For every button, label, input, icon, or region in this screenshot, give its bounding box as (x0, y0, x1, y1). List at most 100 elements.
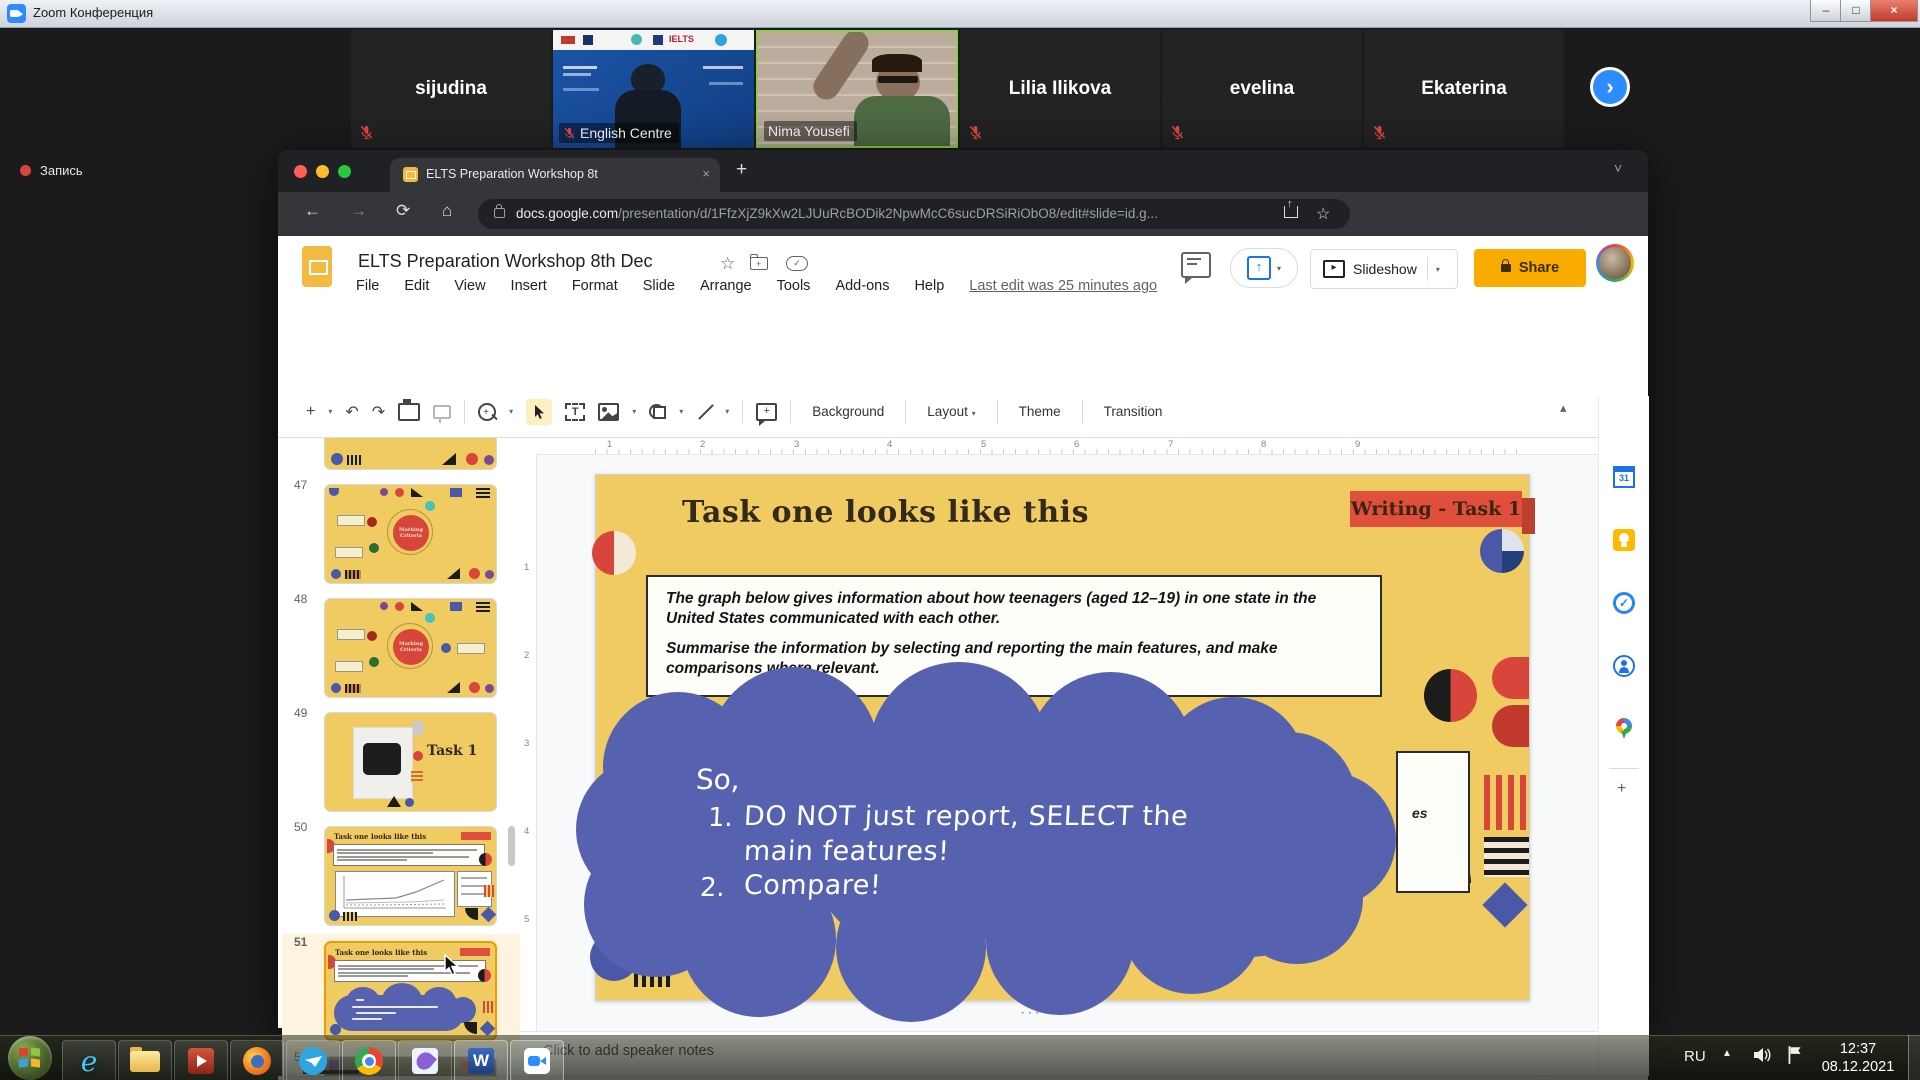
url-field[interactable]: docs.google.com/presentation/d/1FfzXjZ9k… (478, 199, 1350, 229)
account-avatar[interactable] (1596, 244, 1634, 282)
doc-title[interactable]: ELTS Preparation Workshop 8th Dec (358, 251, 652, 272)
slide-thumbnail-51-selected[interactable]: Task one looks like this (324, 941, 497, 1041)
taskbar-lightshot-icon[interactable] (398, 1040, 452, 1080)
slideshow-button[interactable]: ▸ Slideshow ▾ (1310, 249, 1458, 289)
tab-close-icon[interactable]: × (702, 166, 710, 181)
theme-button[interactable]: Theme (1011, 404, 1069, 419)
calendar-icon[interactable]: 31 (1613, 466, 1635, 488)
tray-clock[interactable]: 12:37 08.12.2021 (1808, 1040, 1908, 1076)
maximize-button[interactable]: □ (1840, 0, 1872, 22)
tab-search-chevron-icon[interactable]: ˅ (1614, 160, 1622, 176)
reload-button[interactable]: ⟳ (396, 201, 410, 221)
undo-button[interactable]: ↶ (345, 402, 358, 422)
slides-product-icon[interactable] (302, 246, 332, 287)
insert-shape-button[interactable] (649, 404, 666, 419)
caret-down-icon[interactable]: ▾ (509, 407, 513, 416)
volume-icon[interactable] (1752, 1046, 1772, 1064)
home-button[interactable]: ⌂ (442, 201, 452, 221)
close-button[interactable]: × (1870, 0, 1918, 22)
cloud-shape[interactable] (576, 662, 1396, 1014)
taskbar-word-icon[interactable]: W (454, 1040, 508, 1080)
contacts-icon[interactable] (1613, 655, 1635, 677)
active-speaker-video-tile[interactable]: Nima Yousefi (756, 30, 958, 148)
textbox-tool-button[interactable]: T (565, 403, 585, 421)
back-button[interactable]: ← (304, 201, 321, 221)
participant-tile[interactable]: evelina (1162, 30, 1362, 148)
menu-insert[interactable]: Insert (511, 278, 547, 294)
maps-icon[interactable] (1613, 718, 1635, 740)
minimize-button[interactable]: – (1810, 0, 1842, 22)
menu-file[interactable]: File (356, 278, 379, 294)
keep-icon[interactable] (1613, 529, 1635, 551)
taskbar-telegram-icon[interactable] (286, 1040, 340, 1080)
background-button[interactable]: Background (804, 404, 892, 419)
new-slide-button[interactable]: + (306, 403, 315, 421)
caret-down-icon[interactable]: ▾ (725, 407, 729, 416)
last-edit-link[interactable]: Last edit was 25 minutes ago (969, 278, 1157, 294)
slide-thumbnail-46-partial[interactable] (324, 438, 497, 470)
share-page-icon[interactable] (1284, 206, 1298, 218)
star-doc-icon[interactable]: ☆ (720, 254, 735, 274)
insert-image-button[interactable] (598, 403, 619, 421)
redo-button[interactable]: ↷ (372, 402, 385, 422)
caret-down-icon[interactable]: ▾ (328, 407, 332, 416)
mac-close-icon[interactable] (294, 165, 307, 178)
new-tab-button[interactable]: + (736, 159, 747, 181)
slide-badge[interactable]: Writing - Task 1 (1350, 491, 1522, 527)
participant-tile[interactable]: Lilia Ilikova (960, 30, 1160, 148)
menu-help[interactable]: Help (914, 278, 944, 294)
bookmark-star-icon[interactable]: ☆ (1316, 204, 1330, 224)
zoom-button[interactable]: + (478, 403, 496, 421)
participant-tile[interactable]: sijudina (351, 30, 551, 148)
slide-title[interactable]: Task one looks like this (682, 495, 1089, 530)
slide-thumbnail-47[interactable]: Marking Criteria (324, 484, 497, 584)
slide-canvas[interactable]: Task one looks like this Writing - Task … (595, 474, 1530, 1001)
participant-tile[interactable]: Ekaterina (1364, 30, 1564, 148)
menu-addons[interactable]: Add-ons (835, 278, 889, 294)
collapse-toolbar-icon[interactable]: ▴ (1560, 400, 1567, 416)
notes-resize-handle[interactable]: ··· (1020, 1004, 1042, 1022)
filmstrip-scrollbar[interactable] (508, 826, 515, 866)
comment-history-icon[interactable] (1181, 252, 1211, 278)
caret-down-icon[interactable]: ▾ (1436, 265, 1440, 274)
slide-thumbnail-48[interactable]: Marking Criteria (324, 598, 497, 698)
transition-button[interactable]: Transition (1096, 404, 1171, 419)
taskbar-zoom-icon[interactable] (510, 1040, 564, 1080)
mac-minimize-icon[interactable] (316, 165, 329, 178)
slide-thumbnail-50[interactable]: Task one looks like this (324, 826, 497, 926)
menu-tools[interactable]: Tools (777, 278, 811, 294)
action-center-flag-icon[interactable] (1786, 1045, 1804, 1065)
get-addons-plus-icon[interactable]: + (1617, 780, 1626, 798)
caret-down-icon[interactable]: ▾ (679, 407, 683, 416)
insert-comment-button[interactable]: + (756, 403, 777, 421)
taskbar-media-player-icon[interactable] (174, 1040, 228, 1080)
paint-format-button[interactable] (433, 405, 451, 419)
show-desktop-button[interactable] (1908, 1035, 1920, 1080)
taskbar-chrome-icon[interactable] (342, 1040, 396, 1080)
tray-expand-icon[interactable]: ▲ (1722, 1048, 1732, 1059)
present-button[interactable]: ↑ ▾ (1230, 248, 1298, 288)
taskbar-firefox-icon[interactable] (230, 1040, 284, 1080)
menu-edit[interactable]: Edit (404, 278, 429, 294)
menu-slide[interactable]: Slide (643, 278, 675, 294)
menu-view[interactable]: View (454, 278, 485, 294)
taskbar-ie-icon[interactable]: e (62, 1040, 116, 1080)
move-folder-icon[interactable]: + (750, 257, 768, 270)
taskbar-explorer-icon[interactable] (118, 1040, 172, 1080)
browser-tab[interactable]: ELTS Preparation Workshop 8t × (390, 158, 720, 192)
layout-button[interactable]: Layout ▾ (919, 404, 983, 419)
participant-video-tile[interactable]: IELTS English Centre (553, 30, 754, 148)
slide-thumbnail-49[interactable]: Task 1 (324, 712, 497, 812)
print-button[interactable] (398, 403, 420, 421)
share-button[interactable]: Share (1474, 249, 1586, 287)
tasks-icon[interactable]: ✓ (1613, 592, 1635, 614)
forward-button[interactable]: → (350, 201, 367, 221)
language-indicator[interactable]: RU (1684, 1048, 1706, 1065)
mac-zoom-icon[interactable] (338, 165, 351, 178)
next-participants-button[interactable]: › (1590, 67, 1630, 107)
select-tool-button[interactable] (526, 399, 552, 425)
insert-line-button[interactable] (696, 404, 712, 420)
caret-down-icon[interactable]: ▾ (632, 407, 636, 416)
menu-arrange[interactable]: Arrange (700, 278, 752, 294)
menu-format[interactable]: Format (572, 278, 618, 294)
